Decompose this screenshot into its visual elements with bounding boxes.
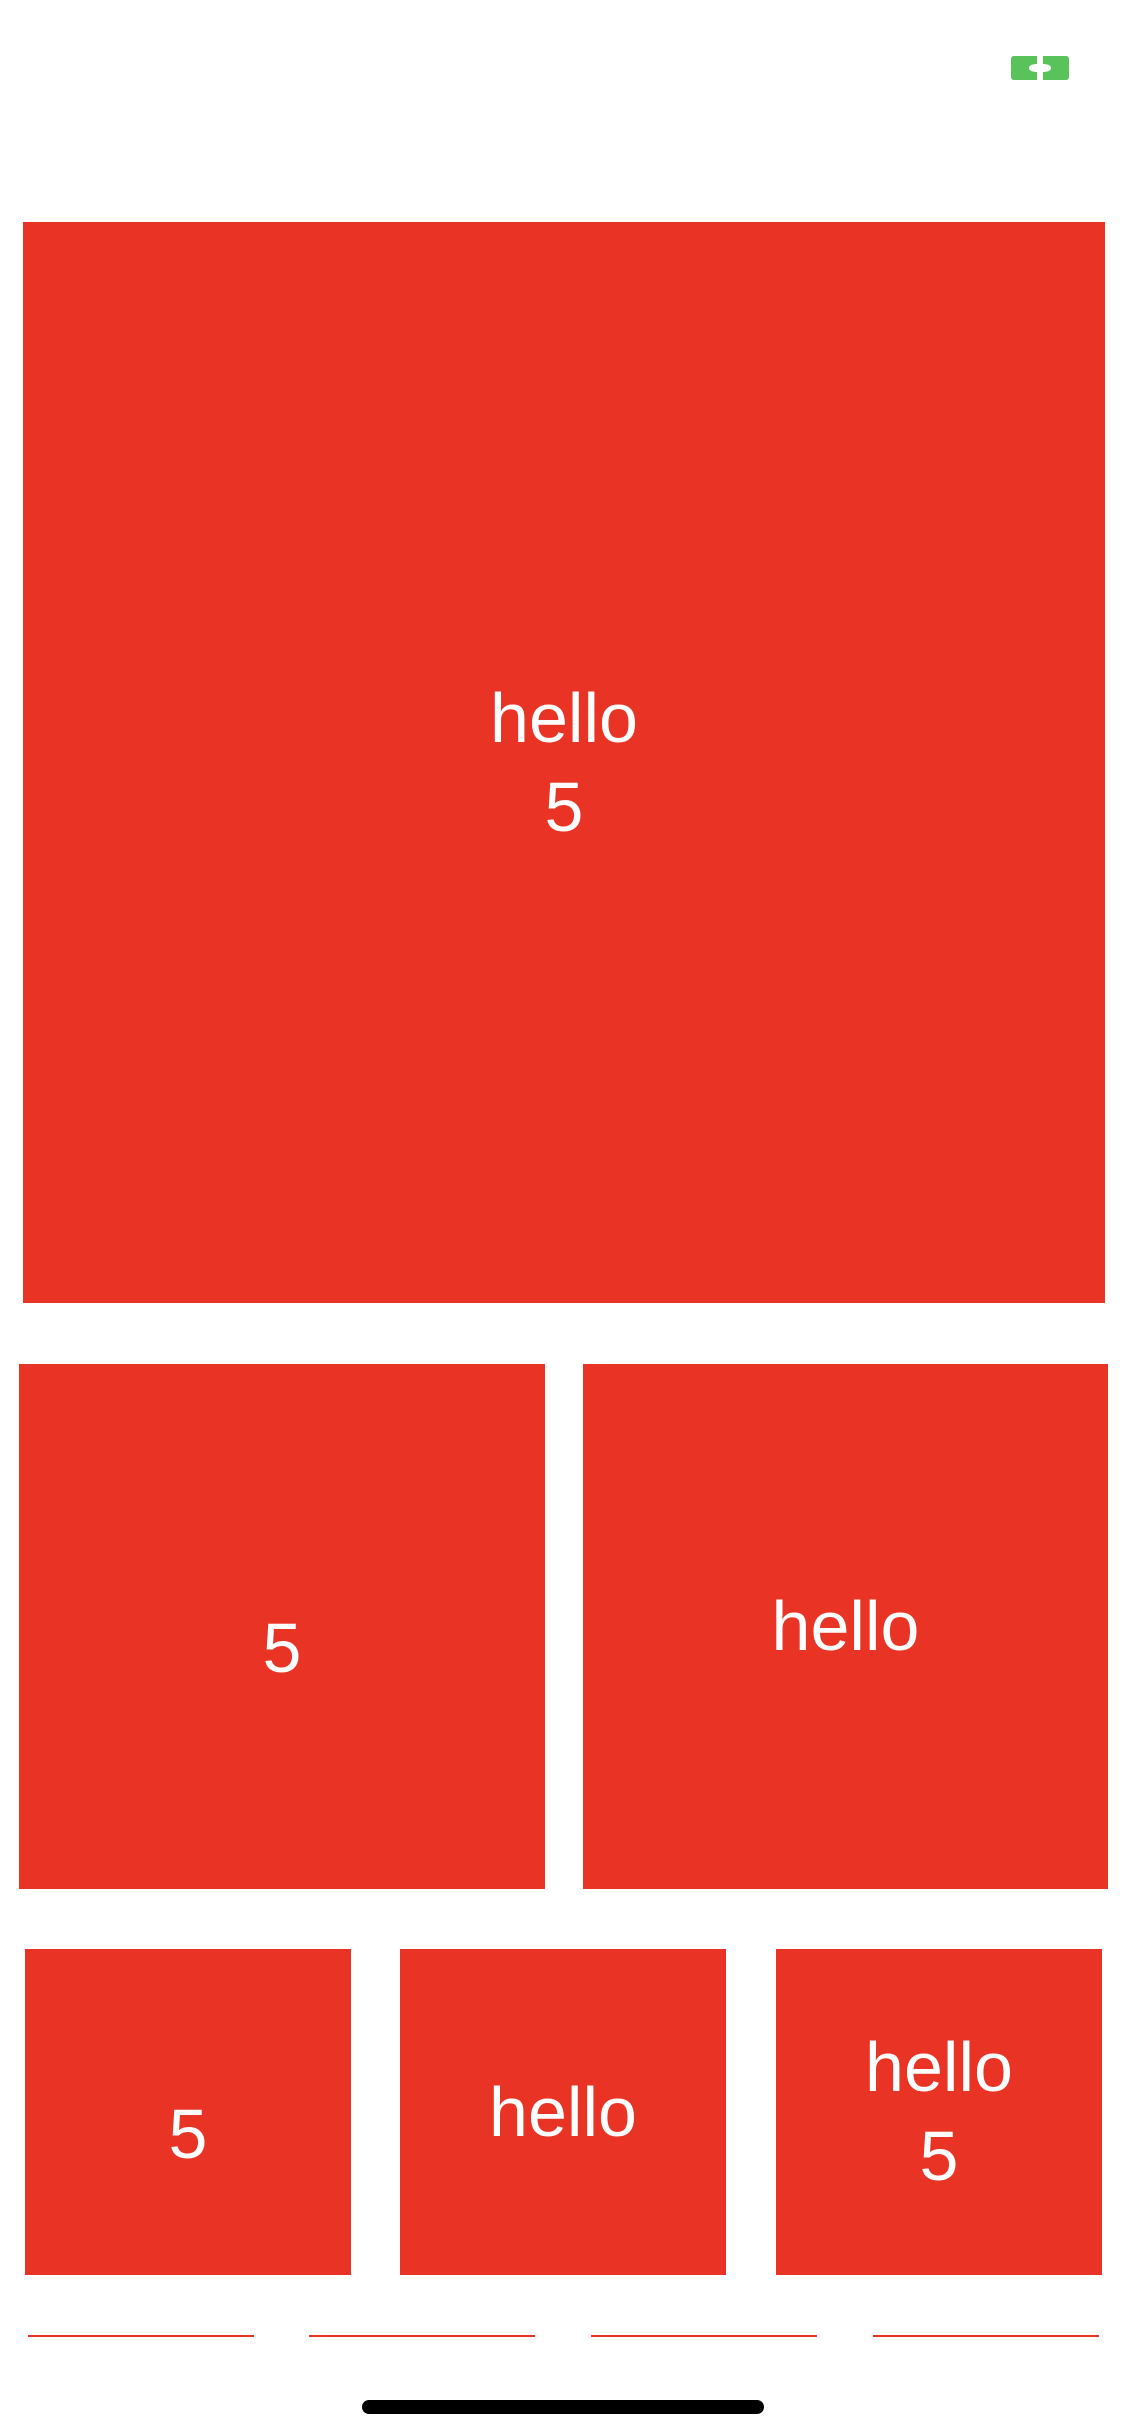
- mid-left-tile-value: 5: [262, 1609, 302, 1688]
- mid-right-tile: hello: [583, 1364, 1108, 1889]
- small-tile-1-value: 5: [168, 2094, 208, 2173]
- large-tile-label: hello: [490, 678, 638, 757]
- home-indicator[interactable]: [362, 2400, 764, 2414]
- divider-line: [873, 2335, 1099, 2337]
- small-tile-3: hello 5: [776, 1949, 1102, 2275]
- large-tile-value: 5: [544, 767, 584, 846]
- divider-line: [309, 2335, 535, 2337]
- left-bracket-icon: [1011, 56, 1037, 80]
- divider-line: [591, 2335, 817, 2337]
- small-tile-2: hello: [400, 1949, 726, 2275]
- divider-line: [28, 2335, 254, 2337]
- large-tile: hello 5: [23, 222, 1105, 1303]
- small-tile-1: 5: [25, 1949, 351, 2275]
- mid-right-tile-label: hello: [771, 1587, 920, 1666]
- status-indicator: [1011, 56, 1069, 80]
- small-tile-3-label: hello: [865, 2028, 1013, 2107]
- small-tile-2-label: hello: [489, 2072, 637, 2151]
- mid-left-tile: 5: [19, 1364, 545, 1889]
- small-tile-3-value: 5: [919, 2117, 959, 2195]
- right-bracket-icon: [1043, 56, 1069, 80]
